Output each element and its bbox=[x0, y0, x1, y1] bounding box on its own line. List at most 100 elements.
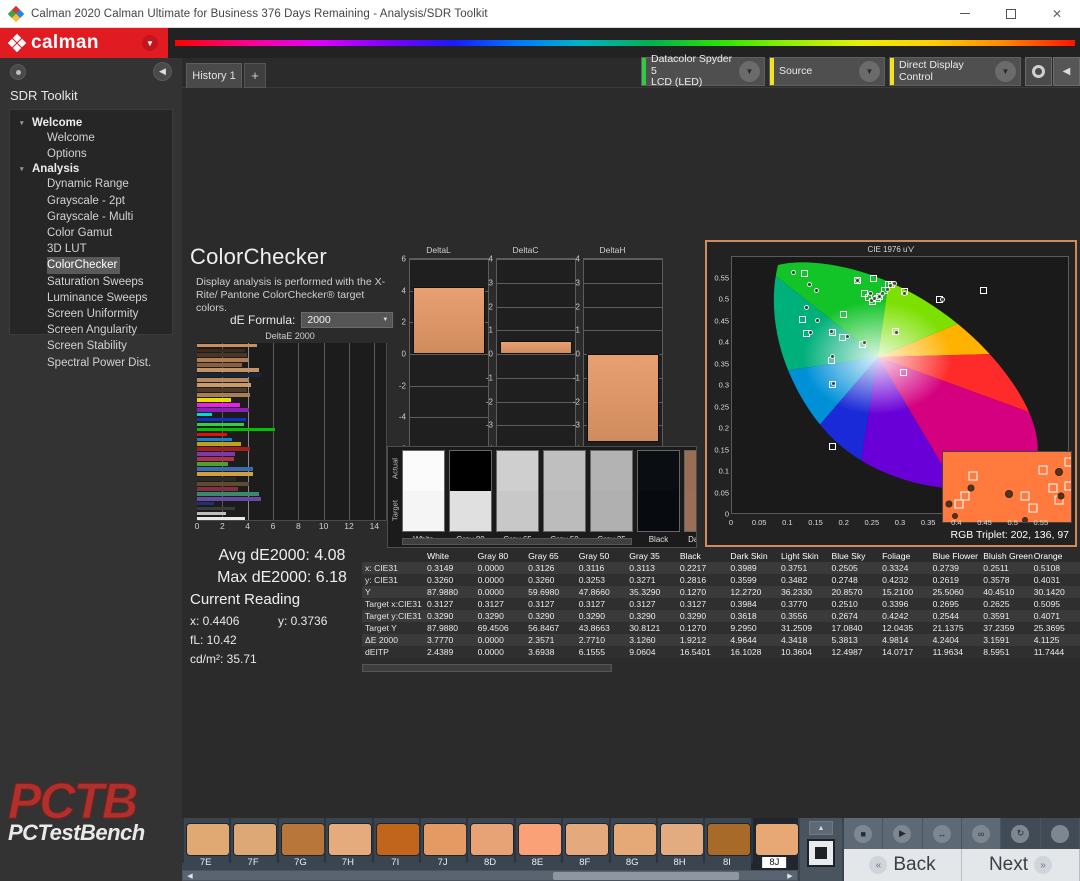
sidebar-group-welcome[interactable]: ▾ Welcome bbox=[10, 116, 172, 130]
meter-selector[interactable]: Datacolor Spyder 5 LCD (LED) ▼ bbox=[641, 54, 765, 88]
scrollbar-thumb[interactable] bbox=[553, 872, 739, 880]
sidebar-item-screen-stability[interactable]: Screen Stability bbox=[10, 338, 172, 354]
deltae-bar bbox=[197, 412, 212, 417]
sidebar-item-welcome[interactable]: Welcome bbox=[10, 130, 172, 146]
pattern-patch[interactable]: 8E bbox=[513, 818, 562, 870]
table-cell: 8.5951 bbox=[983, 647, 1010, 657]
sidebar-item-screen-uniformity[interactable]: Screen Uniformity bbox=[10, 306, 172, 322]
table-column-header: Light Skin bbox=[777, 550, 829, 562]
sidebar-item-spectral-power-dist[interactable]: Spectral Power Dist. bbox=[10, 355, 172, 371]
sidebar-item-saturation-sweeps[interactable]: Saturation Sweeps bbox=[10, 274, 172, 290]
patch-color bbox=[375, 823, 420, 856]
de-formula-row: dE Formula: 2000 bbox=[230, 312, 394, 328]
tab-history-1[interactable]: History 1 bbox=[186, 63, 242, 88]
patch-scrollbar[interactable]: ◀ ▶ bbox=[182, 870, 798, 881]
scroll-right-icon[interactable]: ▶ bbox=[784, 871, 796, 880]
chevron-down-icon[interactable]: ▼ bbox=[142, 35, 158, 51]
play-icon: ▶ bbox=[893, 824, 912, 843]
display-control-selector[interactable]: Direct Display Control ▼ bbox=[889, 57, 1021, 86]
step-button[interactable]: ↔ bbox=[922, 818, 962, 849]
sidebar-item-colorchecker[interactable]: ColorChecker bbox=[47, 257, 121, 274]
refresh-button[interactable]: ↻ bbox=[1001, 818, 1041, 849]
de-formula-select[interactable]: 2000 bbox=[301, 312, 394, 328]
pattern-patch[interactable]: 8J bbox=[750, 818, 799, 870]
chevron-right-icon: » bbox=[1034, 856, 1053, 874]
sidebar-item-3d-lut[interactable]: 3D LUT bbox=[10, 241, 172, 257]
twisty-icon[interactable]: ▾ bbox=[20, 119, 27, 127]
scroll-left-icon[interactable]: ◀ bbox=[184, 871, 196, 880]
loop-button[interactable]: ∞ bbox=[961, 818, 1002, 849]
pattern-window-button[interactable] bbox=[807, 839, 835, 867]
back-button[interactable]: « Back bbox=[844, 849, 962, 881]
back-label: Back bbox=[893, 854, 936, 875]
chevron-down-icon[interactable]: ▼ bbox=[739, 61, 760, 82]
table-cell: 30.1420 bbox=[1033, 587, 1065, 597]
patch-label: 7H bbox=[341, 857, 354, 868]
table-corner bbox=[362, 550, 424, 562]
settings-button[interactable] bbox=[1025, 57, 1052, 86]
deltae-bar bbox=[197, 482, 249, 486]
sidebar-item-grayscale-multi[interactable]: Grayscale - Multi bbox=[10, 209, 172, 225]
sidebar-group-analysis[interactable]: ▾ Analysis bbox=[10, 162, 172, 176]
deltae-bar bbox=[197, 397, 232, 402]
swatch-target bbox=[590, 491, 633, 532]
pattern-patch[interactable]: 8H bbox=[655, 818, 704, 870]
patch-color bbox=[707, 823, 752, 856]
swatch-scrollbar[interactable] bbox=[402, 538, 632, 545]
chevron-down-icon[interactable]: ▼ bbox=[859, 61, 880, 82]
sidebar-item-grayscale-2pt[interactable]: Grayscale - 2pt bbox=[10, 193, 172, 209]
deltae-bar bbox=[197, 477, 236, 481]
twisty-icon[interactable]: ▾ bbox=[20, 165, 27, 173]
play-button[interactable]: ▶ bbox=[883, 818, 923, 849]
blank-icon bbox=[1050, 824, 1069, 843]
table-cell: 0.4071 bbox=[1033, 611, 1061, 621]
deltae-bar bbox=[197, 442, 241, 447]
table-cell: 4.2404 bbox=[932, 635, 959, 645]
table-row: x: CIE31 0.3149 0.0000 0.3126 0.3116 0.3113 0.… bbox=[362, 562, 1080, 574]
pattern-patch[interactable]: 7I bbox=[371, 818, 420, 870]
next-button[interactable]: Next » bbox=[962, 849, 1080, 881]
swatch-target-label: Target bbox=[390, 500, 400, 521]
swatch-target bbox=[496, 491, 539, 532]
stop-button[interactable]: ■ bbox=[844, 818, 884, 849]
pattern-patch[interactable]: 7H bbox=[324, 818, 373, 870]
table-cell: 69.4506 bbox=[477, 623, 509, 633]
cie-x-tick: 0.5 bbox=[1007, 518, 1018, 527]
table-cell: 0.3253 bbox=[578, 575, 605, 585]
table-scrollbar[interactable] bbox=[362, 664, 612, 672]
cie-target-marker bbox=[840, 311, 848, 319]
swatch-row: WhiteGray 80Gray 65Gray 50Gray 35 Black Da… bbox=[402, 450, 696, 544]
swatch-label: Dark Skin bbox=[688, 535, 696, 544]
sidebar-item-color-gamut[interactable]: Color Gamut bbox=[10, 225, 172, 241]
add-tab-button[interactable]: + bbox=[244, 63, 266, 88]
swatch-actual bbox=[543, 450, 586, 491]
pattern-patch[interactable]: 7J bbox=[418, 818, 467, 870]
panel-collapse-button[interactable]: ◀ bbox=[1053, 57, 1080, 86]
sidebar-collapse-button[interactable]: ◀ bbox=[153, 62, 172, 81]
extra-button[interactable] bbox=[1040, 818, 1080, 849]
maximize-button[interactable] bbox=[988, 0, 1034, 28]
sidebar-item-options[interactable]: Options bbox=[10, 146, 172, 162]
source-selector[interactable]: Source ▼ bbox=[769, 57, 885, 86]
pattern-patch[interactable]: 8I bbox=[703, 818, 752, 870]
close-icon[interactable]: ✕ bbox=[1034, 0, 1080, 28]
patch-inset bbox=[942, 451, 1072, 523]
sidebar-item-screen-angularity[interactable]: Screen Angularity bbox=[10, 322, 172, 338]
cie-y-tick: 0.25 bbox=[714, 402, 729, 411]
pattern-patch[interactable]: 8D bbox=[466, 818, 515, 870]
chevron-down-icon[interactable]: ▼ bbox=[995, 61, 1016, 82]
patch-color bbox=[422, 823, 467, 856]
pattern-patch[interactable]: 7F bbox=[229, 818, 278, 870]
expand-up-icon[interactable]: ▲ bbox=[809, 821, 833, 835]
table-row: Target y:CIE31 0.3290 0.3290 0.3290 0.3290 0.… bbox=[362, 610, 1080, 622]
pattern-patch[interactable]: 7E bbox=[182, 818, 230, 870]
table-column-header: Gray 65 bbox=[525, 550, 576, 562]
deltae-bar bbox=[197, 393, 250, 397]
pattern-patch[interactable]: 7G bbox=[276, 818, 325, 870]
sidebar-item-luminance-sweeps[interactable]: Luminance Sweeps bbox=[10, 290, 172, 306]
minimize-button[interactable] bbox=[942, 0, 988, 28]
pattern-patch[interactable]: 8G bbox=[608, 818, 657, 870]
pattern-patch[interactable]: 8F bbox=[561, 818, 610, 870]
table-cell: 0.3127 bbox=[477, 599, 504, 609]
sidebar-item-dynamic-range[interactable]: Dynamic Range bbox=[10, 176, 172, 192]
